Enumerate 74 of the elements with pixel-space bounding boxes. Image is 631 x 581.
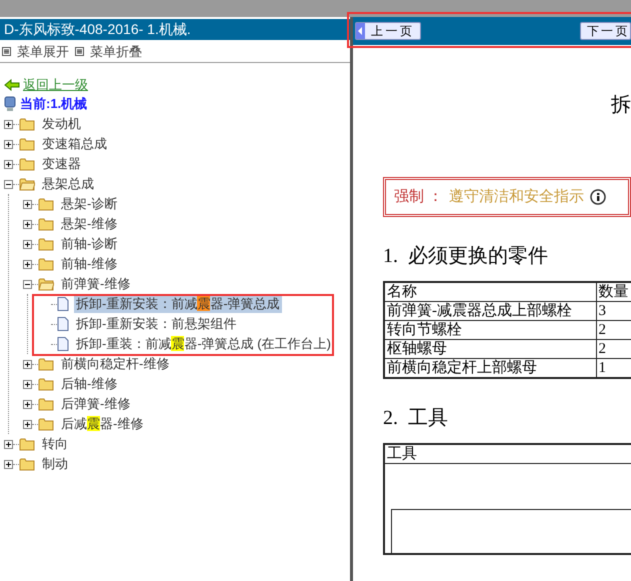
expand-icon[interactable] (4, 140, 13, 148)
folder-icon (38, 357, 54, 371)
collapse-icon[interactable] (4, 180, 13, 188)
tree-item-label[interactable]: 拆卸-重装：前减震器-弹簧总成 (在工作台上) (74, 335, 333, 353)
table-header: 工具 (384, 444, 631, 464)
section-heading: 1. 必须更换的零件 (383, 244, 549, 269)
expand-icon[interactable] (23, 400, 32, 408)
document-icon (57, 317, 69, 331)
tree-item-label[interactable]: 转向 (40, 435, 70, 453)
expand-icon[interactable] (23, 380, 32, 388)
section-heading: 2. 工具 (383, 406, 449, 431)
menu-toggle-button[interactable]: 菜单展开 (2, 42, 69, 62)
tree-item-label[interactable]: 拆卸-重新安装：前减震器-弹簧总成 (74, 295, 282, 313)
tree-item-label[interactable]: 拆卸-重新安装：前悬架组件 (74, 315, 238, 333)
tree-item-label[interactable]: 前轴-维修 (59, 255, 120, 273)
expand-icon[interactable] (23, 360, 32, 368)
document-title: 拆 (611, 93, 631, 118)
expand-icon[interactable] (4, 440, 13, 448)
tree-item-label[interactable]: 前弹簧-维修 (59, 275, 132, 293)
back-link[interactable]: 返回上一级 (23, 74, 88, 94)
table-cell: 转向节螺栓 (384, 320, 596, 340)
folder-icon (38, 417, 54, 431)
notice-text: 遵守清洁和安全指示 (448, 187, 584, 207)
tree-item-label[interactable]: 悬架总成 (40, 175, 96, 193)
table-cell: 前横向稳定杆上部螺母 (384, 358, 596, 378)
folder-icon (19, 457, 35, 471)
list-icon (75, 47, 84, 56)
folder-icon (38, 257, 54, 271)
document-icon (57, 337, 69, 351)
next-page-button[interactable]: 下一页 (580, 22, 631, 40)
info-icon (590, 189, 606, 205)
tree-item-label[interactable]: 前横向稳定杆-维修 (59, 355, 172, 373)
folder-icon (19, 137, 35, 151)
open-folder-icon (19, 177, 35, 191)
tree-item-label[interactable]: 发动机 (40, 115, 83, 133)
folder-icon (38, 237, 54, 251)
table-cell: 前弹簧-减震器总成上部螺栓 (384, 302, 596, 320)
folder-icon (19, 117, 35, 131)
expand-icon[interactable] (23, 200, 32, 208)
folder-icon (38, 397, 54, 411)
window-title: D-东风标致-408-2016- 1.机械. (0, 19, 350, 40)
tree-item-label[interactable]: 悬架-诊断 (59, 195, 120, 213)
table-header: 名称 (384, 282, 596, 302)
current-location: 当前:1.机械 (20, 95, 88, 114)
tree-item-label[interactable]: 后弹簧-维修 (59, 395, 132, 413)
expand-icon[interactable] (23, 260, 32, 268)
tree-item-label[interactable]: 后减震器-维修 (59, 415, 146, 433)
folder-icon (19, 437, 35, 451)
notice-label: 强制 ： (394, 188, 443, 207)
table-cell: 枢轴螺母 (384, 340, 596, 358)
menu-toggle-button[interactable]: 菜单折叠 (75, 42, 142, 62)
tree-item-label[interactable]: 后轴-维修 (59, 375, 120, 393)
table-header: 数量 (596, 282, 631, 302)
expand-icon[interactable] (23, 420, 32, 428)
document-icon (57, 297, 69, 311)
open-folder-icon (38, 277, 54, 291)
folder-icon (19, 157, 35, 171)
expand-icon[interactable] (4, 160, 13, 168)
tree-item-label[interactable]: 前轴-诊断 (59, 235, 120, 253)
tree-item-label[interactable]: 变速箱总成 (40, 135, 109, 153)
previous-page-button[interactable]: 上一页 (355, 22, 422, 40)
folder-icon (38, 377, 54, 391)
folder-icon (38, 217, 54, 231)
expand-icon[interactable] (4, 120, 13, 128)
expand-icon[interactable] (23, 220, 32, 228)
folder-icon (38, 197, 54, 211)
expand-icon[interactable] (23, 240, 32, 248)
computer-icon (4, 96, 16, 112)
tree-item-label[interactable]: 变速器 (40, 155, 83, 173)
collapse-icon[interactable] (23, 280, 32, 288)
expand-icon[interactable] (4, 460, 13, 468)
tree-item-label[interactable]: 制动 (40, 455, 70, 473)
tree-item-label[interactable]: 悬架-维修 (59, 215, 120, 233)
back-arrow-icon (4, 78, 20, 90)
